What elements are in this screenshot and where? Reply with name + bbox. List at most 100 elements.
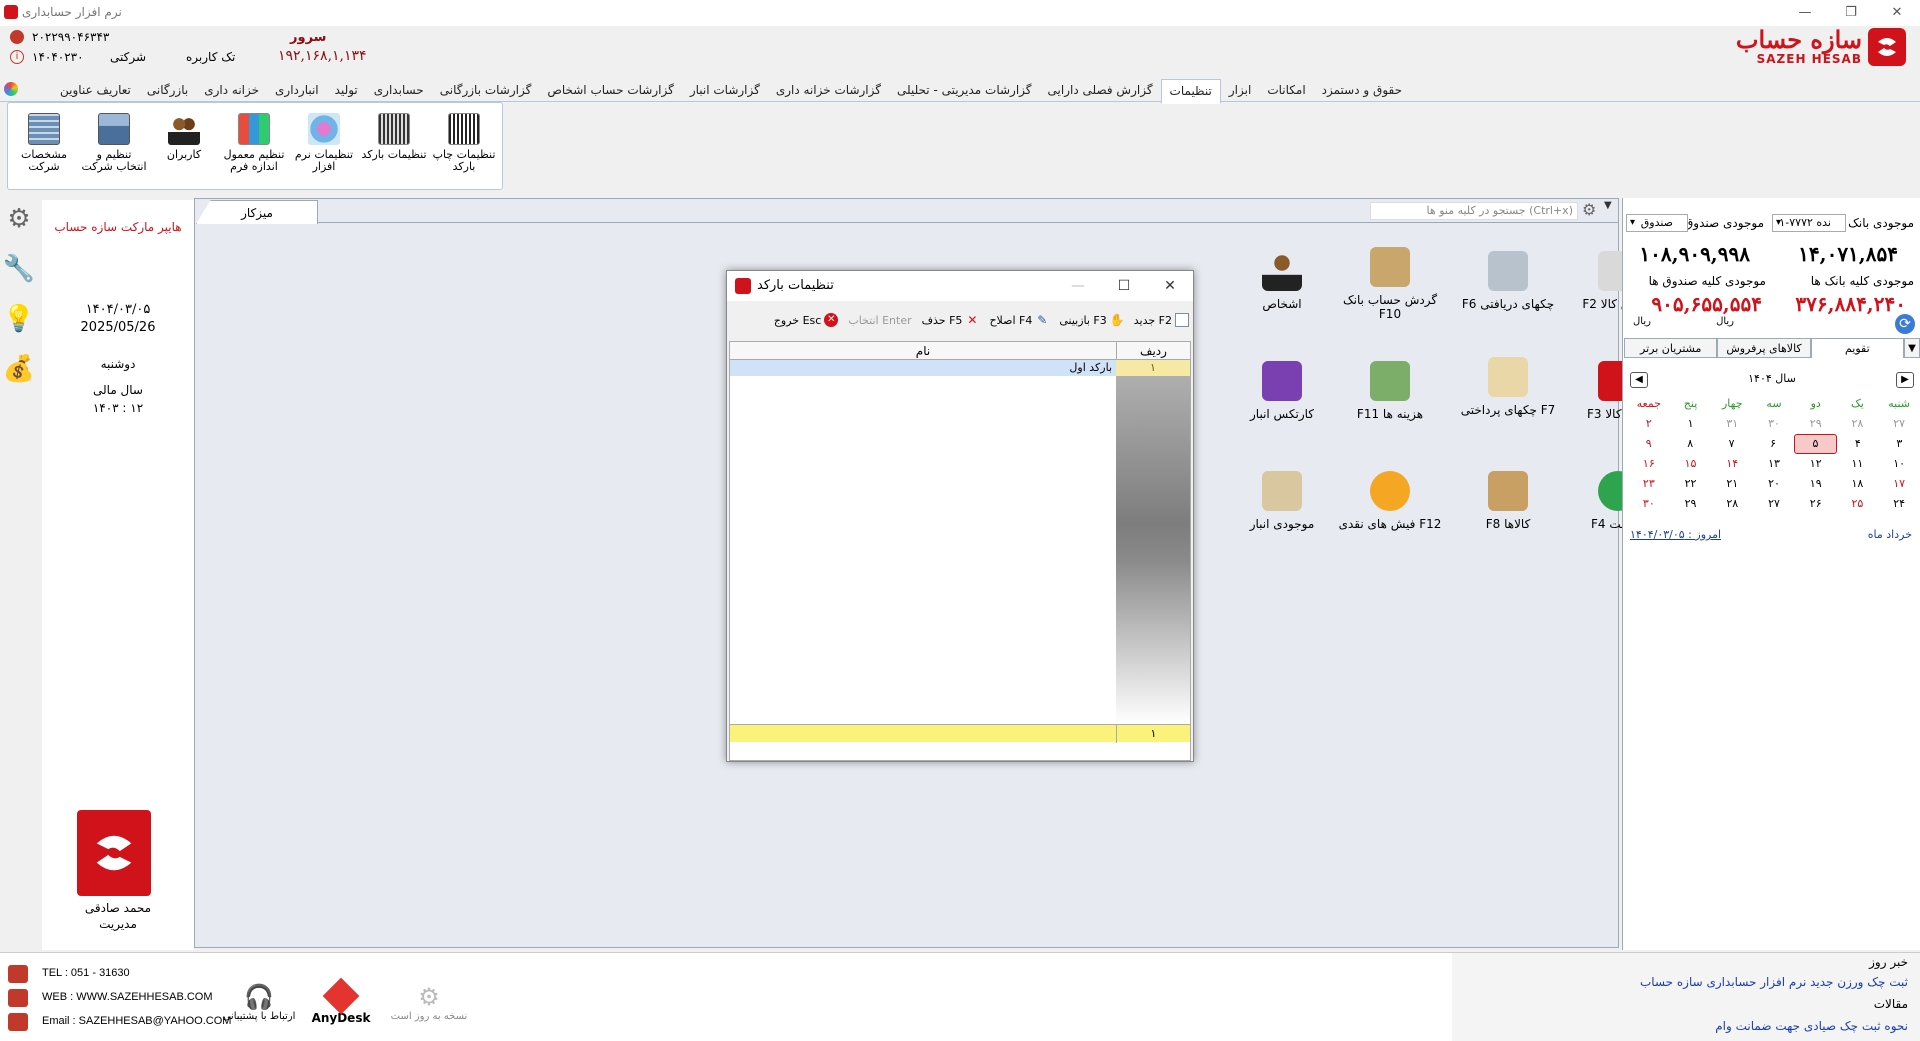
shortcut-bank-turnover[interactable]: گردش حساب بانک F10: [1335, 247, 1445, 321]
calendar-day[interactable]: ۱۹: [1795, 474, 1837, 494]
tab-desktop[interactable]: میزکار: [196, 200, 318, 224]
calendar-day[interactable]: ۲۲: [1670, 474, 1712, 494]
dialog-maximize-button[interactable]: ☐: [1101, 271, 1147, 301]
calendar-day[interactable]: ۱۷: [1878, 474, 1920, 494]
tab-management-reports[interactable]: گزارشات مدیریتی - تحلیلی: [889, 79, 1040, 101]
close-button[interactable]: ✕: [1874, 0, 1920, 26]
footer-email[interactable]: Email : SAZEHHESAB@YAHOO.COM: [42, 1015, 231, 1027]
shortcut-cash-receipts[interactable]: فیش های نقدی F12: [1335, 471, 1445, 531]
tab-commerce[interactable]: بازرگانی: [139, 79, 196, 101]
calendar-day[interactable]: ۲۴: [1878, 494, 1920, 514]
calendar-day[interactable]: ۳: [1879, 434, 1920, 454]
calendar-day[interactable]: ۲: [1628, 414, 1670, 434]
shortcut-persons[interactable]: اشخاص: [1227, 251, 1337, 311]
calendar-day[interactable]: ۱۶: [1628, 454, 1670, 474]
calendar-day[interactable]: ۳۱: [1711, 414, 1753, 434]
support-button[interactable]: 🎧 ارتباط با پشتیبانی: [214, 983, 304, 1022]
calendar-day[interactable]: ۲۹: [1795, 414, 1837, 434]
calendar-day[interactable]: ۲۸: [1711, 494, 1753, 514]
news-item[interactable]: ثبت چک ورزن جدید نرم افزار حسابداری سازه…: [1640, 975, 1908, 989]
table-row[interactable]: بارکد اول: [730, 360, 1116, 376]
form-size-settings-button[interactable]: تنظیم معمول اندازه فرم: [220, 113, 288, 173]
barcode-settings-button[interactable]: تنظیمات بارکد: [360, 113, 428, 161]
calendar-day[interactable]: ۱۴: [1711, 454, 1753, 474]
menu-search-input[interactable]: جستجو در کلیه منو ها (Ctrl+x): [1370, 202, 1578, 220]
tab-accounting[interactable]: حسابداری: [366, 79, 432, 101]
calendar-day[interactable]: ۳۰: [1628, 494, 1670, 514]
tab-calendar[interactable]: تقویم: [1810, 338, 1904, 358]
tab-top-customers[interactable]: مشتریان برتر: [1624, 338, 1718, 358]
shortcut-inventory-stock[interactable]: موجودی انبار: [1227, 471, 1337, 531]
tab-treasury[interactable]: خزانه داری: [196, 79, 267, 101]
next-month-button[interactable]: ▶: [1896, 372, 1914, 388]
select-button[interactable]: انتخاب Enter: [848, 314, 911, 327]
cash-select[interactable]: صندوق: [1626, 214, 1688, 232]
calendar-day[interactable]: ۴: [1837, 434, 1878, 454]
bank-select[interactable]: نده ۷۷۷۲-۱: [1772, 214, 1846, 232]
article-item[interactable]: نحوه ثبت چک صیادی جهت ضمانت وام: [1715, 1019, 1908, 1033]
calendar-day[interactable]: ۲۹: [1670, 494, 1712, 514]
dialog-close-button[interactable]: ✕: [1147, 271, 1193, 301]
calendar-day[interactable]: ۱۱: [1837, 454, 1879, 474]
shortcut-inventory-cardex[interactable]: کارتکس انبار: [1227, 361, 1337, 421]
column-header-row[interactable]: ردیف: [1116, 342, 1190, 360]
chevron-down-icon[interactable]: ▼: [1904, 338, 1920, 358]
calendar-day[interactable]: ۸: [1669, 434, 1710, 454]
barcode-print-settings-button[interactable]: تنظیمات چاپ بارکد: [430, 113, 498, 173]
tab-production[interactable]: تولید: [327, 79, 366, 101]
calendar-day[interactable]: ۶: [1752, 434, 1793, 454]
tab-facilities[interactable]: امکانات: [1259, 79, 1313, 101]
calendar-day[interactable]: ۱۸: [1837, 474, 1879, 494]
tab-definitions[interactable]: تعاریف عناوین: [52, 79, 139, 101]
anydesk-button[interactable]: AnyDesk: [296, 977, 386, 1025]
calendar-day[interactable]: ۱۲: [1795, 454, 1837, 474]
refresh-icon[interactable]: ⟳: [1895, 314, 1915, 334]
calendar-day-today[interactable]: ۵: [1793, 434, 1838, 454]
calendar-day[interactable]: ۲۰: [1753, 474, 1795, 494]
tab-payroll[interactable]: حقوق و دستمزد: [1314, 79, 1410, 101]
maximize-button[interactable]: ❐: [1828, 0, 1874, 26]
shortcut-received-checks[interactable]: F6 چکهای دریافتی: [1453, 251, 1563, 311]
chevron-down-icon[interactable]: ▼: [1604, 200, 1618, 220]
tab-tools[interactable]: ابزار: [1221, 79, 1259, 101]
users-button[interactable]: کاربران: [150, 113, 218, 161]
calendar-day[interactable]: ۱۰: [1878, 454, 1920, 474]
calendar-day[interactable]: ۲۵: [1837, 494, 1879, 514]
lightbulb-icon[interactable]: 💡: [2, 298, 36, 340]
shortcut-expenses[interactable]: F11 هزینه ها: [1335, 361, 1445, 421]
info-icon[interactable]: i: [10, 50, 24, 64]
tab-commerce-reports[interactable]: گزارشات بازرگانی: [432, 79, 540, 101]
search-settings-icon[interactable]: ⚙: [1582, 200, 1600, 220]
calendar-day[interactable]: ۹: [1628, 434, 1669, 454]
tab-settings[interactable]: تنظیمات: [1160, 79, 1221, 104]
footer-web[interactable]: WEB : WWW.SAZEHHESAB.COM: [42, 991, 213, 1003]
company-info-button[interactable]: مشخصات شرکت: [10, 113, 78, 173]
money-icon[interactable]: 💰: [2, 348, 36, 390]
calendar-day[interactable]: ۲۶: [1795, 494, 1837, 514]
exit-button[interactable]: ✕ خروج Esc: [774, 313, 839, 327]
select-company-button[interactable]: تنظیم و انتخاب شرکت: [80, 113, 148, 173]
tab-treasury-reports[interactable]: گزارشات خزانه داری: [768, 79, 889, 101]
user-avatar[interactable]: [77, 810, 151, 896]
calendar-day[interactable]: ۲۷: [1753, 494, 1795, 514]
update-status[interactable]: ⚙ نسخه به روز است: [384, 983, 474, 1022]
calendar-day[interactable]: ۲۳: [1628, 474, 1670, 494]
shortcut-paid-checks[interactable]: چکهای پرداختی F7: [1453, 357, 1563, 417]
calendar-day[interactable]: ۲۸: [1837, 414, 1879, 434]
new-button[interactable]: جدید F2: [1134, 313, 1189, 327]
color-wheel-icon[interactable]: [4, 82, 18, 96]
column-header-name[interactable]: نام: [730, 342, 1116, 360]
calendar-day[interactable]: ۲۱: [1711, 474, 1753, 494]
calendar-day[interactable]: ۱۵: [1670, 454, 1712, 474]
tab-best-sellers[interactable]: کالاهای پرفروش: [1717, 338, 1811, 358]
tab-seasonal-report[interactable]: گزارش فصلی دارایی: [1040, 79, 1161, 101]
calendar-day[interactable]: ۷: [1711, 434, 1752, 454]
calendar-day[interactable]: ۱۳: [1753, 454, 1795, 474]
review-button[interactable]: ✋ بازبینی F3: [1059, 313, 1124, 327]
shortcut-goods[interactable]: F8 کالاها: [1453, 471, 1563, 531]
wrench-icon[interactable]: 🔧: [2, 248, 36, 290]
calendar-day[interactable]: ۱: [1670, 414, 1712, 434]
tab-warehousing[interactable]: انبارداری: [267, 79, 327, 101]
table-row-number[interactable]: ۱: [1116, 360, 1190, 376]
calendar-day[interactable]: ۲۷: [1878, 414, 1920, 434]
